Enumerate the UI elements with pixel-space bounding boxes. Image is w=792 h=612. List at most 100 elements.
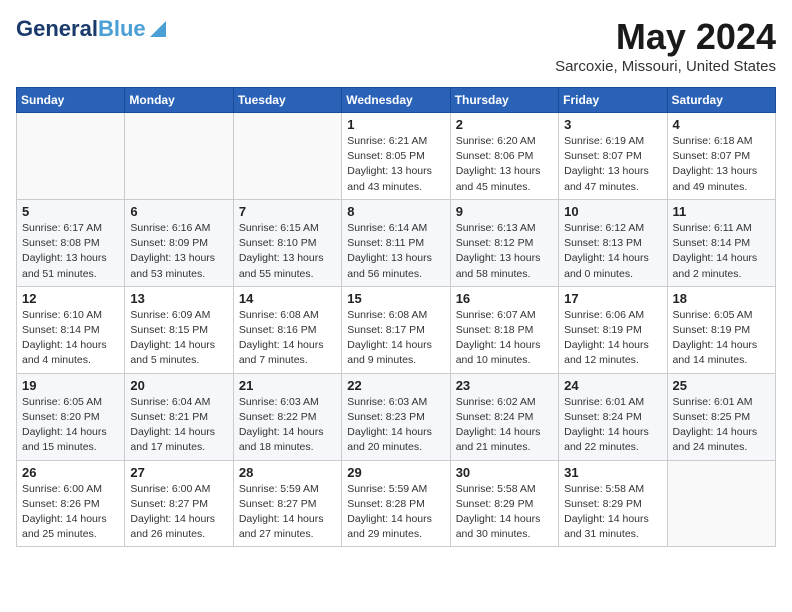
calendar-title: May 2024 — [555, 16, 776, 58]
calendar-week-1: 1 Sunrise: 6:21 AM Sunset: 8:05 PM Daylig… — [17, 113, 776, 200]
weekday-header-saturday: Saturday — [667, 88, 775, 113]
day-number: 22 — [347, 378, 444, 393]
day-number: 2 — [456, 117, 553, 132]
day-number: 28 — [239, 465, 336, 480]
calendar-cell: 4 Sunrise: 6:18 AM Sunset: 8:07 PM Daylig… — [667, 113, 775, 200]
day-number: 30 — [456, 465, 553, 480]
calendar-cell: 13Sunrise: 6:09 AM Sunset: 8:15 PM Dayli… — [125, 286, 233, 373]
calendar-cell: 30 Sunrise: 5:58 AM Sunset: 8:29 PM Dayli… — [450, 460, 558, 547]
calendar-cell: 20Sunrise: 6:04 AM Sunset: 8:21 PM Dayli… — [125, 373, 233, 460]
day-info: Sunrise: 6:03 AM Sunset: 8:22 PM Dayligh… — [239, 395, 336, 456]
day-number: 16 — [456, 291, 553, 306]
day-number: 12 — [22, 291, 119, 306]
calendar-cell: 23 Sunrise: 6:02 AM Sunset: 8:24 PM Dayli… — [450, 373, 558, 460]
day-info: Sunrise: 6:08 AM Sunset: 8:17 PM Dayligh… — [347, 308, 444, 369]
weekday-header-row: SundayMondayTuesdayWednesdayThursdayFrid… — [17, 88, 776, 113]
calendar-cell: 17Sunrise: 6:06 AM Sunset: 8:19 PM Dayli… — [559, 286, 667, 373]
day-number: 4 — [673, 117, 770, 132]
day-number: 9 — [456, 204, 553, 219]
weekday-header-thursday: Thursday — [450, 88, 558, 113]
day-number: 19 — [22, 378, 119, 393]
day-number: 31 — [564, 465, 661, 480]
day-number: 11 — [673, 204, 770, 219]
calendar-cell: 28 Sunrise: 5:59 AM Sunset: 8:27 PM Dayli… — [233, 460, 341, 547]
day-number: 10 — [564, 204, 661, 219]
calendar-subtitle: Sarcoxie, Missouri, United States — [555, 58, 776, 75]
day-info: Sunrise: 6:01 AM Sunset: 8:24 PM Dayligh… — [564, 395, 661, 456]
calendar-cell: 26Sunrise: 6:00 AM Sunset: 8:26 PM Dayli… — [17, 460, 125, 547]
calendar-cell: 10 Sunrise: 6:12 AM Sunset: 8:13 PM Dayli… — [559, 199, 667, 286]
day-number: 26 — [22, 465, 119, 480]
calendar-cell: 1 Sunrise: 6:21 AM Sunset: 8:05 PM Daylig… — [342, 113, 450, 200]
day-number: 13 — [130, 291, 227, 306]
day-info: Sunrise: 6:21 AM Sunset: 8:05 PM Dayligh… — [347, 134, 444, 195]
calendar-table: SundayMondayTuesdayWednesdayThursdayFrid… — [16, 87, 776, 547]
day-number: 24 — [564, 378, 661, 393]
day-info: Sunrise: 6:17 AM Sunset: 8:08 PM Dayligh… — [22, 221, 119, 282]
calendar-week-4: 19 Sunrise: 6:05 AM Sunset: 8:20 PM Dayli… — [17, 373, 776, 460]
weekday-header-tuesday: Tuesday — [233, 88, 341, 113]
calendar-cell: 27 Sunrise: 6:00 AM Sunset: 8:27 PM Dayli… — [125, 460, 233, 547]
day-number: 7 — [239, 204, 336, 219]
day-number: 14 — [239, 291, 336, 306]
calendar-cell: 19 Sunrise: 6:05 AM Sunset: 8:20 PM Dayli… — [17, 373, 125, 460]
calendar-cell: 6Sunrise: 6:16 AM Sunset: 8:09 PM Daylig… — [125, 199, 233, 286]
day-info: Sunrise: 5:58 AM Sunset: 8:29 PM Dayligh… — [456, 482, 553, 543]
page-header: General Blue May 2024 Sarcoxie, Missouri… — [16, 16, 776, 75]
weekday-header-friday: Friday — [559, 88, 667, 113]
calendar-week-3: 12Sunrise: 6:10 AM Sunset: 8:14 PM Dayli… — [17, 286, 776, 373]
day-info: Sunrise: 6:13 AM Sunset: 8:12 PM Dayligh… — [456, 221, 553, 282]
day-info: Sunrise: 6:00 AM Sunset: 8:27 PM Dayligh… — [130, 482, 227, 543]
day-number: 20 — [130, 378, 227, 393]
day-number: 25 — [673, 378, 770, 393]
day-number: 23 — [456, 378, 553, 393]
logo-blue: Blue — [98, 16, 146, 42]
day-info: Sunrise: 6:05 AM Sunset: 8:19 PM Dayligh… — [673, 308, 770, 369]
day-info: Sunrise: 6:01 AM Sunset: 8:25 PM Dayligh… — [673, 395, 770, 456]
calendar-cell: 14 Sunrise: 6:08 AM Sunset: 8:16 PM Dayli… — [233, 286, 341, 373]
day-info: Sunrise: 6:12 AM Sunset: 8:13 PM Dayligh… — [564, 221, 661, 282]
calendar-cell: 2Sunrise: 6:20 AM Sunset: 8:06 PM Daylig… — [450, 113, 558, 200]
calendar-cell: 9 Sunrise: 6:13 AM Sunset: 8:12 PM Daylig… — [450, 199, 558, 286]
calendar-cell: 12Sunrise: 6:10 AM Sunset: 8:14 PM Dayli… — [17, 286, 125, 373]
day-info: Sunrise: 6:19 AM Sunset: 8:07 PM Dayligh… — [564, 134, 661, 195]
calendar-cell: 16Sunrise: 6:07 AM Sunset: 8:18 PM Dayli… — [450, 286, 558, 373]
day-info: Sunrise: 5:59 AM Sunset: 8:27 PM Dayligh… — [239, 482, 336, 543]
calendar-cell — [667, 460, 775, 547]
day-number: 29 — [347, 465, 444, 480]
day-info: Sunrise: 6:11 AM Sunset: 8:14 PM Dayligh… — [673, 221, 770, 282]
day-number: 27 — [130, 465, 227, 480]
calendar-cell: 22 Sunrise: 6:03 AM Sunset: 8:23 PM Dayli… — [342, 373, 450, 460]
calendar-week-5: 26Sunrise: 6:00 AM Sunset: 8:26 PM Dayli… — [17, 460, 776, 547]
day-number: 21 — [239, 378, 336, 393]
day-number: 1 — [347, 117, 444, 132]
calendar-cell: 15 Sunrise: 6:08 AM Sunset: 8:17 PM Dayli… — [342, 286, 450, 373]
day-info: Sunrise: 6:05 AM Sunset: 8:20 PM Dayligh… — [22, 395, 119, 456]
day-number: 17 — [564, 291, 661, 306]
calendar-cell: 5 Sunrise: 6:17 AM Sunset: 8:08 PM Daylig… — [17, 199, 125, 286]
calendar-cell: 21 Sunrise: 6:03 AM Sunset: 8:22 PM Dayli… — [233, 373, 341, 460]
weekday-header-wednesday: Wednesday — [342, 88, 450, 113]
calendar-cell: 7 Sunrise: 6:15 AM Sunset: 8:10 PM Daylig… — [233, 199, 341, 286]
day-number: 8 — [347, 204, 444, 219]
day-info: Sunrise: 6:18 AM Sunset: 8:07 PM Dayligh… — [673, 134, 770, 195]
day-info: Sunrise: 6:03 AM Sunset: 8:23 PM Dayligh… — [347, 395, 444, 456]
day-info: Sunrise: 6:14 AM Sunset: 8:11 PM Dayligh… — [347, 221, 444, 282]
day-number: 18 — [673, 291, 770, 306]
calendar-week-2: 5 Sunrise: 6:17 AM Sunset: 8:08 PM Daylig… — [17, 199, 776, 286]
calendar-cell — [125, 113, 233, 200]
day-info: Sunrise: 6:15 AM Sunset: 8:10 PM Dayligh… — [239, 221, 336, 282]
day-info: Sunrise: 5:58 AM Sunset: 8:29 PM Dayligh… — [564, 482, 661, 543]
calendar-cell — [233, 113, 341, 200]
calendar-cell — [17, 113, 125, 200]
weekday-header-sunday: Sunday — [17, 88, 125, 113]
calendar-cell: 3 Sunrise: 6:19 AM Sunset: 8:07 PM Daylig… — [559, 113, 667, 200]
day-number: 3 — [564, 117, 661, 132]
day-info: Sunrise: 6:08 AM Sunset: 8:16 PM Dayligh… — [239, 308, 336, 369]
day-number: 15 — [347, 291, 444, 306]
day-number: 5 — [22, 204, 119, 219]
day-info: Sunrise: 5:59 AM Sunset: 8:28 PM Dayligh… — [347, 482, 444, 543]
day-info: Sunrise: 6:16 AM Sunset: 8:09 PM Dayligh… — [130, 221, 227, 282]
calendar-cell: 24 Sunrise: 6:01 AM Sunset: 8:24 PM Dayli… — [559, 373, 667, 460]
day-info: Sunrise: 6:02 AM Sunset: 8:24 PM Dayligh… — [456, 395, 553, 456]
